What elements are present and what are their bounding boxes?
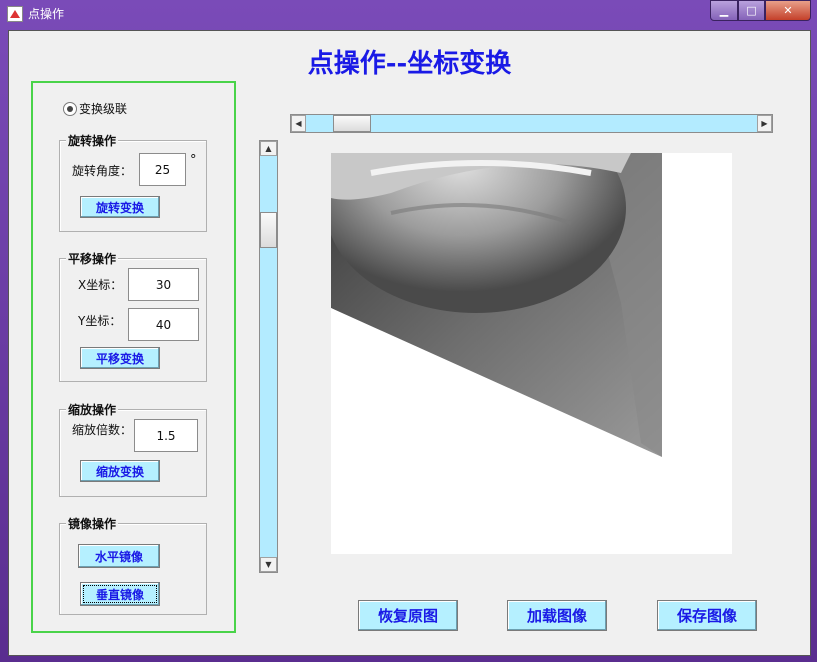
mirror-group-title: 镜像操作 bbox=[66, 515, 119, 532]
save-image-button[interactable]: 保存图像 bbox=[657, 600, 757, 631]
scale-group: 缩放操作 缩放倍数： 1.5 缩放变换 bbox=[59, 401, 207, 497]
maximize-button[interactable]: □ bbox=[738, 0, 765, 21]
transformed-image bbox=[326, 103, 662, 554]
horizontal-slider[interactable]: ◀ ▶ bbox=[290, 114, 773, 133]
translate-button[interactable]: 平移变换 bbox=[80, 347, 160, 369]
image-axes bbox=[326, 103, 732, 554]
figure-area: 点操作--坐标变换 变换级联 旋转操作 旋转角度： 25 ° 旋转变换 平移操作… bbox=[8, 30, 811, 656]
factor-field[interactable]: 1.5 bbox=[134, 419, 198, 452]
vertical-slider-thumb[interactable] bbox=[260, 212, 277, 248]
horizontal-mirror-button[interactable]: 水平镜像 bbox=[78, 544, 160, 568]
horizontal-slider-thumb[interactable] bbox=[333, 115, 371, 132]
translate-group-title: 平移操作 bbox=[66, 250, 119, 267]
rotate-group-title: 旋转操作 bbox=[66, 132, 119, 149]
page-title: 点操作--坐标变换 bbox=[307, 49, 512, 79]
scroll-up-arrow[interactable]: ▲ bbox=[260, 141, 277, 156]
angle-label: 旋转角度： bbox=[72, 164, 133, 178]
app-icon bbox=[7, 6, 23, 22]
mirror-group: 镜像操作 水平镜像 垂直镜像 bbox=[59, 515, 207, 615]
restore-image-button[interactable]: 恢复原图 bbox=[358, 600, 458, 631]
scroll-down-arrow[interactable]: ▼ bbox=[260, 557, 277, 572]
window-title: 点操作 bbox=[28, 7, 65, 21]
app-window: 点操作 ▁ □ ✕ 点操作--坐标变换 变换级联 旋转操作 旋转角度： 25 °… bbox=[0, 0, 817, 662]
rotate-group: 旋转操作 旋转角度： 25 ° 旋转变换 bbox=[59, 132, 207, 232]
x-label: X坐标： bbox=[78, 278, 123, 292]
title-bar[interactable]: 点操作 ▁ □ ✕ bbox=[0, 0, 817, 26]
control-panel: 变换级联 旋转操作 旋转角度： 25 ° 旋转变换 平移操作 X坐标： 30 Y… bbox=[31, 81, 236, 633]
x-field[interactable]: 30 bbox=[128, 268, 199, 301]
y-label: Y坐标： bbox=[78, 314, 122, 328]
close-button[interactable]: ✕ bbox=[765, 0, 811, 21]
scroll-right-arrow[interactable]: ▶ bbox=[757, 115, 772, 132]
cascade-radio[interactable] bbox=[63, 102, 77, 116]
minimize-button[interactable]: ▁ bbox=[710, 0, 738, 21]
cascade-label: 变换级联 bbox=[79, 102, 128, 116]
scale-button[interactable]: 缩放变换 bbox=[80, 460, 160, 482]
y-field[interactable]: 40 bbox=[128, 308, 199, 341]
vertical-mirror-button[interactable]: 垂直镜像 bbox=[80, 582, 160, 606]
window-controls: ▁ □ ✕ bbox=[710, 0, 811, 21]
scale-group-title: 缩放操作 bbox=[66, 401, 119, 418]
rotate-button[interactable]: 旋转变换 bbox=[80, 196, 160, 218]
angle-field[interactable]: 25 bbox=[139, 153, 186, 186]
vertical-slider[interactable]: ▲ ▼ bbox=[259, 140, 278, 573]
translate-group: 平移操作 X坐标： 30 Y坐标： 40 平移变换 bbox=[59, 250, 207, 382]
factor-label: 缩放倍数： bbox=[72, 423, 133, 437]
degree-symbol: ° bbox=[190, 153, 197, 168]
load-image-button[interactable]: 加载图像 bbox=[507, 600, 607, 631]
scroll-left-arrow[interactable]: ◀ bbox=[291, 115, 306, 132]
